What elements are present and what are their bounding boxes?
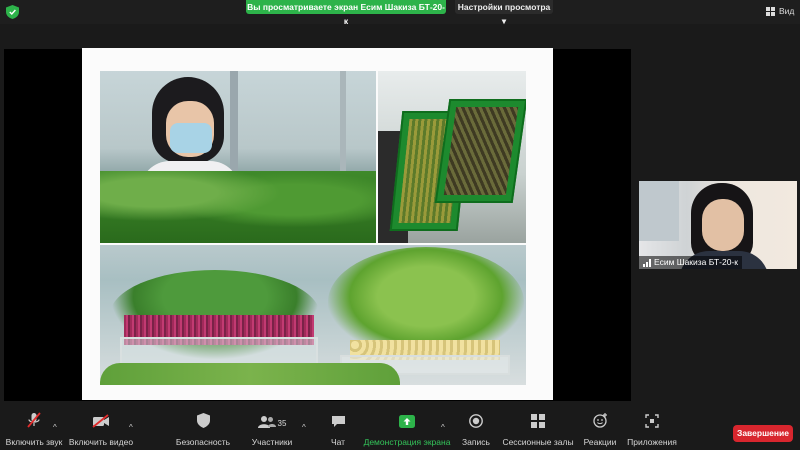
security-shield-icon[interactable] [6,5,19,19]
security-label: Безопасность [175,437,231,447]
share-screen-icon [399,415,415,428]
record-button[interactable]: Запись [462,410,490,450]
participants-options-caret[interactable]: ^ [302,423,306,432]
grid-view-icon [766,6,775,16]
signal-bars-icon [643,258,651,267]
apps-icon [645,414,659,428]
participants-button[interactable]: 35 Участники [250,410,294,450]
audio-options-caret[interactable]: ^ [53,423,57,432]
start-video-button[interactable]: Включить видео [68,410,134,450]
microgreens-photo [100,245,526,385]
breakout-rooms-label: Сессионные залы [502,437,574,447]
security-button[interactable]: Безопасность [175,410,231,450]
top-bar: Вы просматриваете экран Есим Шакиза БТ-2… [0,0,800,26]
shield-icon [196,413,210,428]
breakout-rooms-icon [531,414,545,428]
reactions-button[interactable]: Реакции [583,410,617,450]
chat-button[interactable]: Чат [328,410,348,450]
seed-trays-photo [378,71,526,243]
chat-label: Чат [330,437,346,447]
participant-name-bar: Есим Шакиза БТ-20-к [639,256,742,269]
end-meeting-button[interactable]: Завершение [733,425,793,442]
view-button-label: Вид [779,6,795,16]
participants-label: Участники [251,437,293,447]
screen-share-banner: Вы просматриваете экран Есим Шакиза БТ-2… [246,0,446,26]
breakout-rooms-button[interactable]: Сессионные залы [502,410,574,450]
record-icon [469,414,483,428]
unmute-label: Включить звук [5,437,63,447]
share-screen-button[interactable]: Демонстрация экрана [363,410,451,450]
meeting-toolbar: Включить звук ^ Включить видео ^ Безопас… [0,410,800,450]
video-camera-off-icon [92,414,109,428]
chevron-down-icon: ▾ [501,16,507,26]
participants-count: 35 [277,419,287,428]
share-screen-label: Демонстрация экрана [363,437,451,447]
lab-photo [100,71,376,243]
smiley-plus-icon [592,413,607,428]
view-options-dropdown[interactable]: Настройки просмотра ▾ [455,0,553,26]
apps-label: Приложения [627,437,677,447]
record-label: Запись [462,437,490,447]
microphone-muted-icon [27,412,41,428]
start-video-label: Включить видео [68,437,134,447]
participants-icon [257,416,276,428]
apps-button[interactable]: Приложения [627,410,677,450]
chat-bubble-icon [331,416,345,427]
video-options-caret[interactable]: ^ [129,423,133,432]
share-options-caret[interactable]: ^ [441,423,445,432]
participant-video-tile[interactable]: Есим Шакиза БТ-20-к [639,181,797,269]
participant-name: Есим Шакиза БТ-20-к [654,257,738,267]
view-button[interactable]: Вид [766,5,794,17]
reactions-label: Реакции [583,437,617,447]
view-options-label: Настройки просмотра [457,2,551,12]
